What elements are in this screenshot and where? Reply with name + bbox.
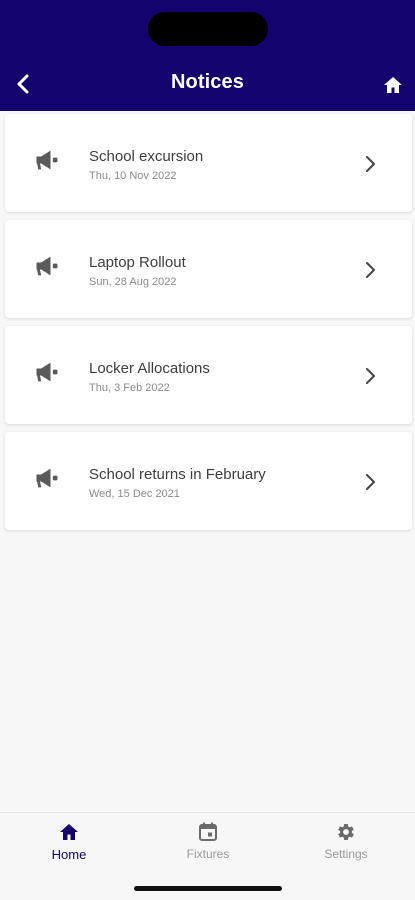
nav-item-settings[interactable]: Settings xyxy=(301,821,391,871)
notices-screen: Notices School excursion Thu, 10 Nov 202… xyxy=(0,0,415,900)
nav-label-settings: Settings xyxy=(324,847,368,861)
gear-icon xyxy=(338,824,354,840)
chevron-right-icon xyxy=(366,474,375,490)
nav-item-home[interactable]: Home xyxy=(24,821,114,871)
chevron-right-icon xyxy=(366,262,375,278)
chevron-right-icon xyxy=(366,368,375,384)
megaphone-icon xyxy=(36,362,58,382)
notice-item[interactable]: School returns in February Wed, 15 Dec 2… xyxy=(5,432,412,530)
notice-item[interactable]: School excursion Thu, 10 Nov 2022 xyxy=(5,114,412,212)
notice-title: Locker Allocations xyxy=(89,360,210,377)
notice-date: Thu, 3 Feb 2022 xyxy=(89,382,170,394)
notice-item[interactable]: Locker Allocations Thu, 3 Feb 2022 xyxy=(5,326,412,424)
home-icon xyxy=(384,77,402,93)
nav-label-home: Home xyxy=(51,847,87,862)
notice-item[interactable]: Laptop Rollout Sun, 28 Aug 2022 xyxy=(5,220,412,318)
chevron-right-icon xyxy=(366,156,375,172)
notice-title: School excursion xyxy=(89,148,204,165)
app-header: Notices xyxy=(0,0,415,111)
notice-date: Wed, 15 Dec 2021 xyxy=(89,488,180,500)
megaphone-icon xyxy=(36,468,58,488)
notice-date: Sun, 28 Aug 2022 xyxy=(89,276,177,288)
notice-title: Laptop Rollout xyxy=(89,254,186,271)
nav-label-fixtures: Fixtures xyxy=(186,847,230,861)
notice-date: Thu, 10 Nov 2022 xyxy=(89,170,177,182)
page-title: Notices xyxy=(171,71,244,93)
home-indicator xyxy=(134,886,282,891)
nav-item-fixtures[interactable]: Fixtures xyxy=(163,821,253,871)
megaphone-icon xyxy=(36,256,58,276)
home-button[interactable] xyxy=(378,70,408,100)
home-icon xyxy=(60,824,78,840)
megaphone-icon xyxy=(36,150,58,170)
camera-notch xyxy=(148,12,268,46)
notice-title: School returns in February xyxy=(89,466,266,483)
calendar-icon xyxy=(199,822,217,841)
notice-list: School excursion Thu, 10 Nov 2022 Laptop… xyxy=(5,114,412,538)
